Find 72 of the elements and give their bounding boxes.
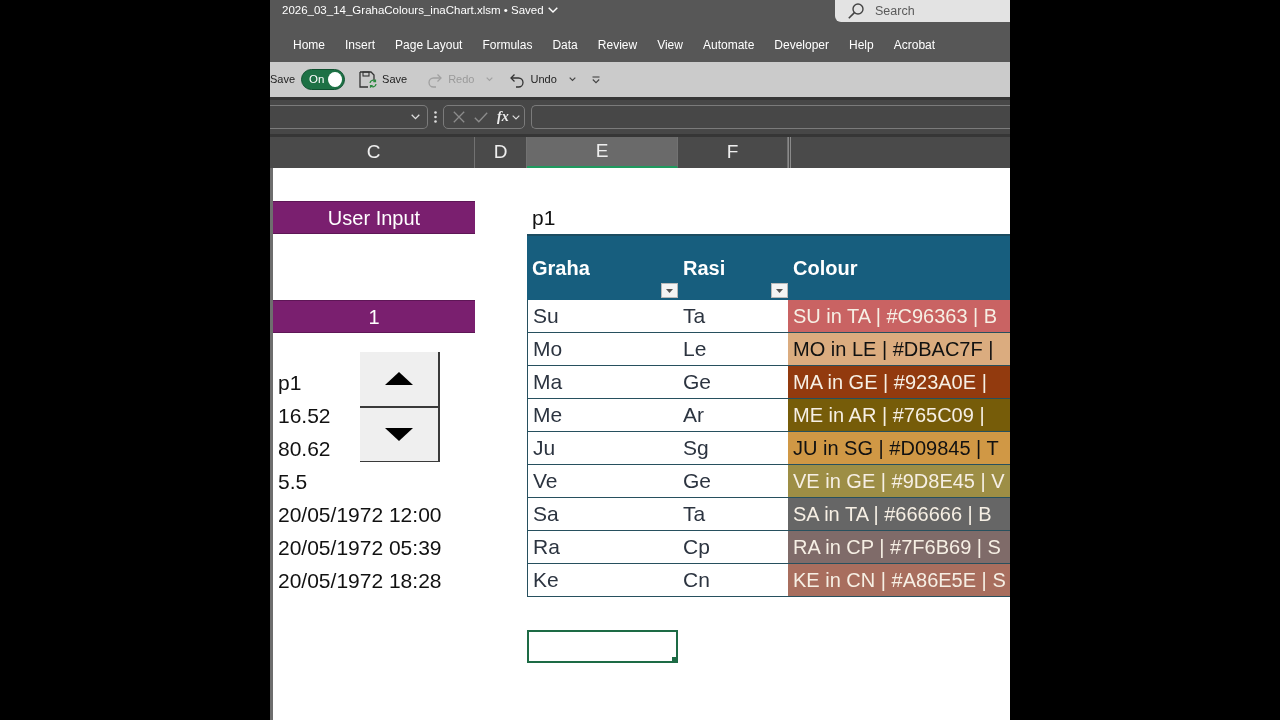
customize-icon[interactable] [591,75,600,84]
column-title: Graha [531,256,590,281]
ribbon-tab[interactable]: Review [587,33,648,59]
ribbon-tab[interactable]: Home [283,33,335,59]
table-cell: Me [527,399,678,432]
colour-cell: KE in CN | #A86E5E | S [788,564,1010,597]
parameter-value: 5.5 [278,468,308,495]
table-cell: Ma [527,366,678,399]
column-title: Colour [792,256,858,281]
insert-function-button[interactable]: fx [497,109,509,125]
document-title: 2026_03_14_GrahaColours_inaChart.xlsm • Saved [282,3,544,17]
colour-cell: MA in GE | #923A0E | [788,366,1010,399]
redo-icon [427,71,444,88]
column-header[interactable]: F [678,137,788,168]
colour-cell: RA in CP | #7F6B69 | S [788,531,1010,564]
colour-cell: VE in GE | #9D8E45 | V [788,465,1010,498]
input-header: User Input [273,201,475,234]
colour-cell: SU in TA | #C96363 | B [788,300,1010,333]
ribbon-tab[interactable]: Page Layout [385,33,473,59]
ribbon-tab[interactable]: Acrobat [883,33,946,59]
table-cell: Sa [527,498,678,531]
filter-button[interactable] [771,283,788,298]
colour-cell: ME in AR | #765C09 | [788,399,1010,432]
table-cell: Ve [527,465,678,498]
search-field[interactable]: Search [835,0,1010,22]
toggle-knob-icon [328,72,343,87]
parameter-value: 20/05/1972 12:00 [278,501,442,528]
table-cell: Ke [527,564,678,597]
floppy-disk-icon [359,70,378,89]
ribbon-tab[interactable]: Help [839,33,884,59]
ribbon-tab[interactable]: View [647,33,693,59]
chevron-down-icon[interactable] [547,7,558,13]
column-header[interactable]: E [527,137,678,168]
column-title: Rasi [682,256,726,281]
column-header[interactable]: C [273,137,475,168]
more-options-icon[interactable] [434,111,437,123]
table-label: p1 [532,204,556,231]
ribbon-tab[interactable]: Insert [335,33,386,59]
save-button[interactable]: Save [355,70,412,89]
table-cell: Su [527,300,678,333]
parameter-value: 20/05/1972 18:28 [278,567,442,594]
triangle-down-icon [385,427,413,441]
autosave-toggle[interactable]: On [301,69,346,90]
check-icon[interactable] [474,111,488,123]
triangle-up-icon [385,372,413,386]
input-value: 1 [273,300,475,333]
table-cell: Ju [527,432,678,465]
undo-icon [509,71,526,88]
ribbon-tab[interactable]: Developer [764,33,840,59]
parameter-value: 16.52 [278,402,331,429]
cancel-icon[interactable] [453,111,465,123]
table-cell: Mo [527,333,678,366]
autosave-label: Save [270,72,296,88]
ribbon-tab[interactable]: Formulas [472,33,543,59]
fill-handle[interactable] [672,657,678,663]
ribbon-tab[interactable]: Automate [692,33,765,59]
formula-input[interactable] [530,105,1010,129]
undo-button[interactable]: Undo [505,71,561,88]
colour-cell: SA in TA | #666666 | B [788,498,1010,531]
caret-icon [666,288,673,293]
table-cell: Ra [527,531,678,564]
filter-button[interactable] [661,283,678,298]
parameter-value: 80.62 [278,435,331,462]
colour-cell: JU in SG | #D09845 | T [788,432,1010,465]
colour-cell: MO in LE | #DBAC7F | [788,333,1010,366]
caret-icon [776,288,783,293]
search-icon [848,3,864,19]
ribbon-tab[interactable]: Data [542,33,588,59]
parameter-value: 20/05/1972 05:39 [278,534,442,561]
parameter-value: p1 [278,369,302,396]
active-cell[interactable] [527,630,678,663]
caret-icon[interactable] [568,77,576,82]
